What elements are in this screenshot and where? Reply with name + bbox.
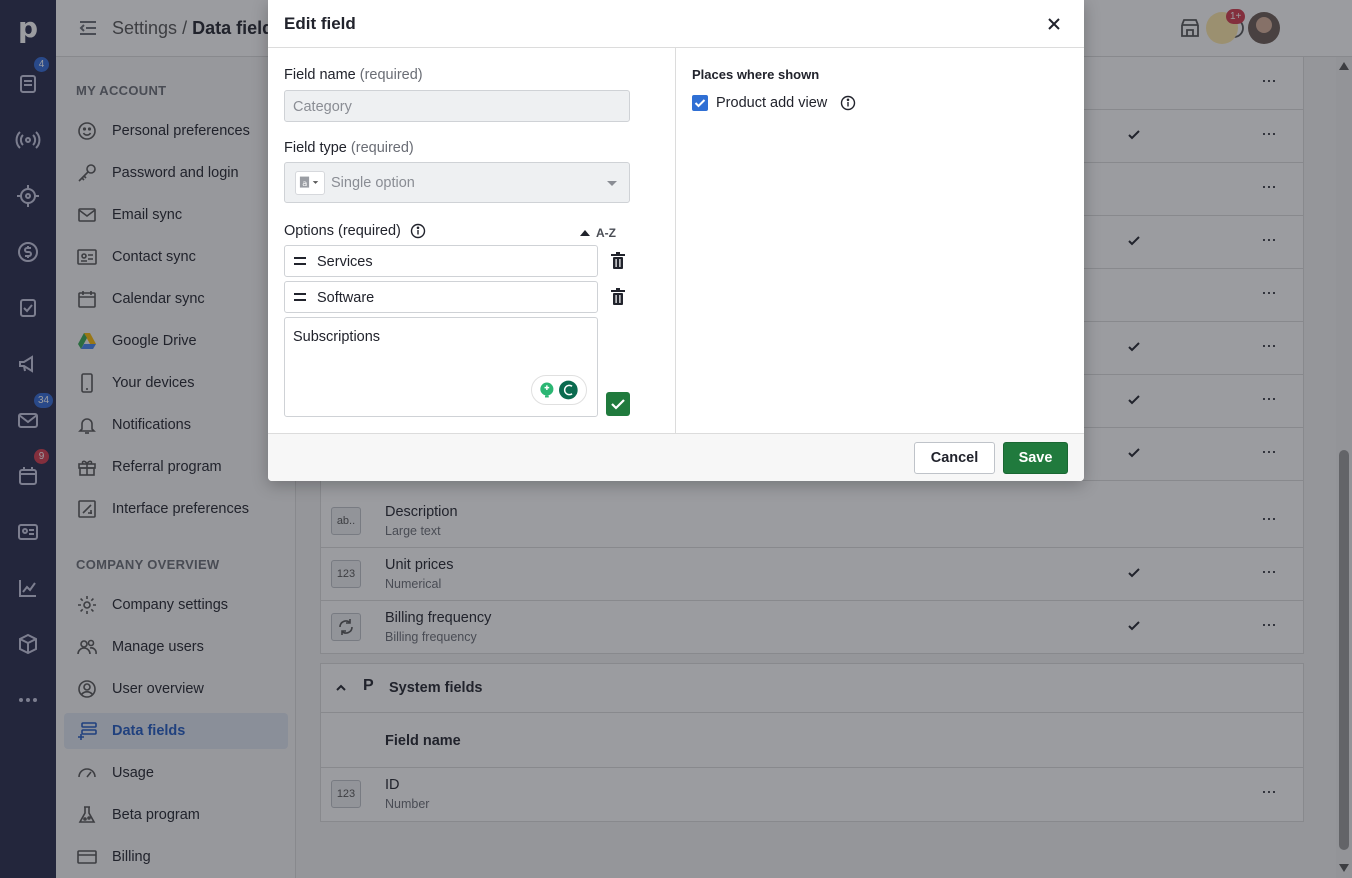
field-type-select[interactable]: a Single option: [284, 162, 630, 203]
chevron-down-icon: [607, 181, 617, 186]
field-type-label: Field type (required): [284, 140, 414, 156]
info-icon[interactable]: [840, 95, 856, 111]
sort-az-button[interactable]: A-Z: [580, 226, 616, 240]
single-option-type-icon: a: [295, 171, 325, 195]
info-icon[interactable]: [410, 223, 426, 239]
field-name-input[interactable]: Category: [284, 90, 630, 122]
field-settings-panel: Field name (required) Category Field typ…: [268, 48, 676, 434]
close-icon[interactable]: [1044, 14, 1064, 34]
trash-icon[interactable]: [610, 288, 626, 306]
cancel-button[interactable]: Cancel: [914, 442, 995, 474]
field-name-label: Field name (required): [284, 67, 423, 83]
option-row[interactable]: Services: [284, 245, 598, 277]
modal-header: Edit field: [268, 0, 1084, 48]
product-add-view-checkbox[interactable]: [692, 95, 708, 111]
modal-footer: Cancel Save: [268, 433, 1084, 481]
trash-icon[interactable]: [610, 252, 626, 270]
writing-assistant-icon[interactable]: [531, 375, 587, 405]
svg-text:a: a: [302, 178, 307, 188]
new-option-textarea[interactable]: Subscriptions: [284, 317, 598, 417]
drag-handle-icon[interactable]: [294, 293, 306, 301]
places-panel: Places where shown Product add view: [676, 48, 1084, 434]
save-button[interactable]: Save: [1003, 442, 1068, 474]
places-title: Places where shown: [692, 67, 820, 82]
confirm-option-button[interactable]: [606, 392, 630, 416]
options-label: Options (required): [284, 223, 401, 239]
sort-arrow-icon: [580, 230, 590, 236]
drag-handle-icon[interactable]: [294, 257, 306, 265]
option-row[interactable]: Software: [284, 281, 598, 313]
modal-title: Edit field: [284, 14, 356, 33]
edit-field-modal: Edit field Field name (required) Categor…: [268, 0, 1084, 481]
product-add-view-label[interactable]: Product add view: [716, 95, 827, 111]
